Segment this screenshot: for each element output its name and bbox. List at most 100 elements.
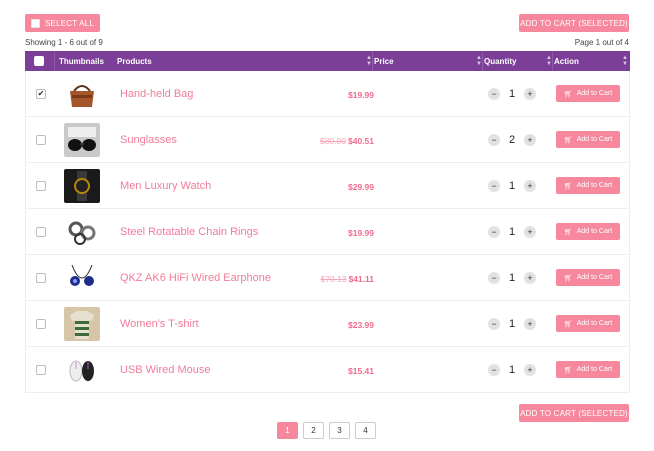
current-price: $15.41 bbox=[348, 366, 374, 376]
cart-icon: 🛒︎ bbox=[563, 366, 573, 374]
add-to-cart-button[interactable]: 🛒︎ Add to Cart bbox=[556, 177, 620, 194]
plus-icon[interactable]: + bbox=[524, 272, 536, 284]
cart-icon: 🛒︎ bbox=[563, 274, 573, 282]
table-row: Steel Rotatable Chain Rings $19.99 − 1 +… bbox=[25, 209, 630, 255]
add-to-cart-button[interactable]: 🛒︎ Add to Cart bbox=[556, 223, 620, 240]
product-price: $19.99 bbox=[348, 228, 374, 238]
minus-icon[interactable]: − bbox=[488, 88, 500, 100]
select-all-button[interactable]: SELECT ALL bbox=[25, 14, 100, 32]
original-price: $80.00 bbox=[320, 136, 346, 146]
current-price: $23.99 bbox=[348, 320, 374, 330]
product-name-link[interactable]: Hand-held Bag bbox=[120, 88, 193, 100]
quantity-stepper: − 1 + bbox=[488, 179, 536, 193]
table-row: QKZ AK6 HiFi Wired Earphone $70.13 $41.11… bbox=[25, 255, 630, 301]
showing-count: Showing 1 - 6 out of 9 bbox=[25, 38, 103, 47]
product-name-link[interactable]: Women's T-shirt bbox=[120, 318, 199, 330]
product-price: $19.99 bbox=[348, 90, 374, 100]
row-checkbox[interactable] bbox=[36, 273, 46, 283]
add-to-cart-label: Add to Cart bbox=[576, 366, 613, 373]
page-button-1[interactable]: 1 bbox=[277, 422, 298, 439]
minus-icon[interactable]: − bbox=[488, 134, 500, 146]
add-to-cart-button[interactable]: 🛒︎ Add to Cart bbox=[556, 361, 620, 378]
row-checkbox[interactable]: ✔ bbox=[36, 89, 46, 99]
cart-icon: 🛒︎ bbox=[563, 228, 573, 236]
add-to-cart-selected-button-bottom[interactable]: ADD TO CART (SELECTED) bbox=[519, 404, 629, 422]
plus-icon[interactable]: + bbox=[524, 318, 536, 330]
rings-thumbnail bbox=[64, 215, 100, 249]
add-to-cart-button[interactable]: 🛒︎ Add to Cart bbox=[556, 315, 620, 332]
row-checkbox[interactable] bbox=[36, 319, 46, 329]
product-name-link[interactable]: USB Wired Mouse bbox=[120, 364, 210, 376]
page-button-2[interactable]: 2 bbox=[303, 422, 324, 439]
header-products[interactable]: Products ▲ ▼ bbox=[117, 51, 372, 71]
cart-icon: 🛒︎ bbox=[563, 90, 573, 98]
pagination: 1234 bbox=[277, 422, 381, 439]
row-checkbox[interactable] bbox=[36, 135, 46, 145]
product-price: $70.13 $41.11 bbox=[320, 274, 374, 284]
add-to-cart-button[interactable]: 🛒︎ Add to Cart bbox=[556, 131, 620, 148]
current-price: $29.99 bbox=[348, 182, 374, 192]
add-to-cart-label: Add to Cart bbox=[576, 320, 613, 327]
quantity-value[interactable]: 1 bbox=[509, 364, 515, 376]
header-quantity[interactable]: Quantity ▲ ▼ bbox=[484, 51, 552, 71]
row-checkbox[interactable] bbox=[36, 181, 46, 191]
table-row: ✔ Hand-held Bag $19.99 − 1 + 🛒︎ Add to C… bbox=[25, 71, 630, 117]
product-thumbnail bbox=[64, 353, 100, 387]
cart-icon: 🛒︎ bbox=[563, 136, 573, 144]
product-name-link[interactable]: Sunglasses bbox=[120, 134, 177, 146]
quantity-stepper: − 1 + bbox=[488, 87, 536, 101]
cart-icon: 🛒︎ bbox=[563, 182, 573, 190]
add-to-cart-button[interactable]: 🛒︎ Add to Cart bbox=[556, 85, 620, 102]
minus-icon[interactable]: − bbox=[488, 318, 500, 330]
table-body: ✔ Hand-held Bag $19.99 − 1 + 🛒︎ Add to C… bbox=[25, 71, 630, 393]
add-to-cart-label: Add to Cart bbox=[576, 90, 613, 97]
plus-icon[interactable]: + bbox=[524, 364, 536, 376]
header-price[interactable]: Price ▲ ▼ bbox=[374, 51, 482, 71]
quantity-value[interactable]: 2 bbox=[509, 134, 515, 146]
minus-icon[interactable]: − bbox=[488, 364, 500, 376]
earphone-thumbnail bbox=[64, 261, 100, 295]
add-to-cart-label: Add to Cart bbox=[576, 228, 613, 235]
plus-icon[interactable]: + bbox=[524, 180, 536, 192]
quantity-value[interactable]: 1 bbox=[509, 226, 515, 238]
quantity-stepper: − 1 + bbox=[488, 225, 536, 239]
add-to-cart-label: Add to Cart bbox=[576, 182, 613, 189]
table-row: Women's T-shirt $23.99 − 1 + 🛒︎ Add to C… bbox=[25, 301, 630, 347]
plus-icon[interactable]: + bbox=[524, 88, 536, 100]
product-thumbnail bbox=[64, 169, 100, 203]
header-action[interactable]: Action ▲ ▼ bbox=[554, 51, 628, 71]
table-row: Men Luxury Watch $29.99 − 1 + 🛒︎ Add to … bbox=[25, 163, 630, 209]
select-all-label: SELECT ALL bbox=[45, 18, 94, 28]
header-thumbnails: Thumbnails bbox=[59, 56, 104, 66]
sort-icon: ▲ ▼ bbox=[622, 55, 628, 67]
table-row: Sunglasses $80.00 $40.51 − 2 + 🛒︎ Add to … bbox=[25, 117, 630, 163]
minus-icon[interactable]: − bbox=[488, 272, 500, 284]
product-thumbnail bbox=[64, 261, 100, 295]
quantity-value[interactable]: 1 bbox=[509, 88, 515, 100]
page-button-3[interactable]: 3 bbox=[329, 422, 350, 439]
add-to-cart-button[interactable]: 🛒︎ Add to Cart bbox=[556, 269, 620, 286]
minus-icon[interactable]: − bbox=[488, 180, 500, 192]
product-price: $23.99 bbox=[348, 320, 374, 330]
header-select-all-checkbox[interactable] bbox=[34, 51, 44, 71]
quantity-value[interactable]: 1 bbox=[509, 318, 515, 330]
add-to-cart-selected-button-top[interactable]: ADD TO CART (SELECTED) bbox=[519, 14, 629, 32]
page-button-4[interactable]: 4 bbox=[355, 422, 376, 439]
quantity-value[interactable]: 1 bbox=[509, 272, 515, 284]
product-name-link[interactable]: Men Luxury Watch bbox=[120, 180, 211, 192]
cart-icon: 🛒︎ bbox=[563, 320, 573, 328]
quantity-value[interactable]: 1 bbox=[509, 180, 515, 192]
product-thumbnail bbox=[64, 307, 100, 341]
plus-icon[interactable]: + bbox=[524, 226, 536, 238]
page-indicator: Page 1 out of 4 bbox=[574, 38, 629, 47]
product-name-link[interactable]: QKZ AK6 HiFi Wired Earphone bbox=[120, 272, 271, 284]
row-checkbox[interactable] bbox=[36, 227, 46, 237]
select-all-checkbox-icon bbox=[31, 18, 40, 28]
product-price: $80.00 $40.51 bbox=[320, 136, 374, 146]
row-checkbox[interactable] bbox=[36, 365, 46, 375]
minus-icon[interactable]: − bbox=[488, 226, 500, 238]
table-row: USB Wired Mouse $15.41 − 1 + 🛒︎ Add to C… bbox=[25, 347, 630, 393]
product-name-link[interactable]: Steel Rotatable Chain Rings bbox=[120, 226, 258, 238]
plus-icon[interactable]: + bbox=[524, 134, 536, 146]
product-thumbnail bbox=[64, 215, 100, 249]
